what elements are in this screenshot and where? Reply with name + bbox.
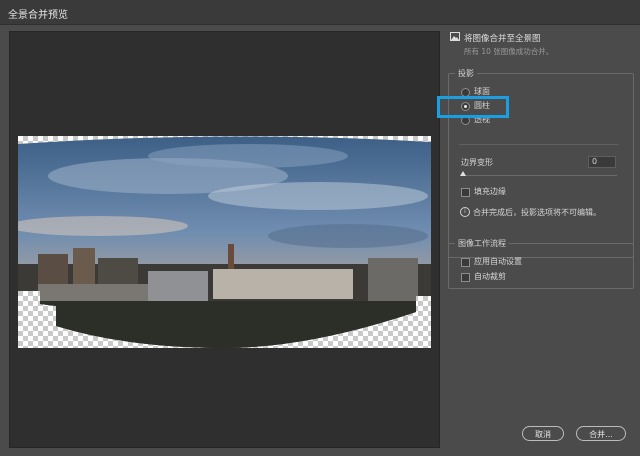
merge-label: 将图像合并至全景图	[464, 34, 541, 44]
auto-crop-label: 自动裁剪	[474, 272, 506, 281]
slider-thumb[interactable]	[460, 171, 466, 176]
boundary-warp-slider[interactable]	[461, 175, 617, 176]
projection-legend: 投影	[455, 68, 477, 79]
panorama-image-icon	[450, 32, 460, 41]
cancel-button[interactable]: 取消	[522, 426, 564, 441]
merge-button[interactable]: 合并...	[576, 426, 626, 441]
highlight-annotation	[437, 96, 509, 118]
workflow-group: 图像工作流程 应用自动设置 自动裁剪	[448, 238, 634, 289]
auto-settings-label: 应用自动设置	[474, 257, 522, 266]
panorama-preview	[18, 136, 431, 348]
merge-header: 将图像合并至全景图 所有 10 张图像成功合并。	[448, 30, 632, 58]
workflow-legend: 图像工作流程	[455, 238, 509, 249]
divider	[459, 144, 619, 145]
title-bar: 全景合并预览	[0, 0, 640, 25]
panorama-image	[18, 136, 431, 348]
fill-edges-label: 填充边缘	[474, 187, 506, 196]
boundary-warp-input[interactable]: 0	[588, 156, 616, 168]
auto-settings-checkbox[interactable]	[461, 258, 470, 267]
merge-status: 所有 10 张图像成功合并。	[464, 47, 554, 56]
fill-edges-checkbox[interactable]	[461, 188, 470, 197]
boundary-warp-label: 边界变形	[461, 158, 493, 167]
preview-pane	[9, 31, 440, 448]
auto-crop-checkbox[interactable]	[461, 273, 470, 282]
info-icon: i	[460, 207, 470, 217]
window-title: 全景合并预览	[8, 10, 68, 21]
info-note: 合并完成后，投影选项将不可编辑。	[473, 208, 601, 217]
